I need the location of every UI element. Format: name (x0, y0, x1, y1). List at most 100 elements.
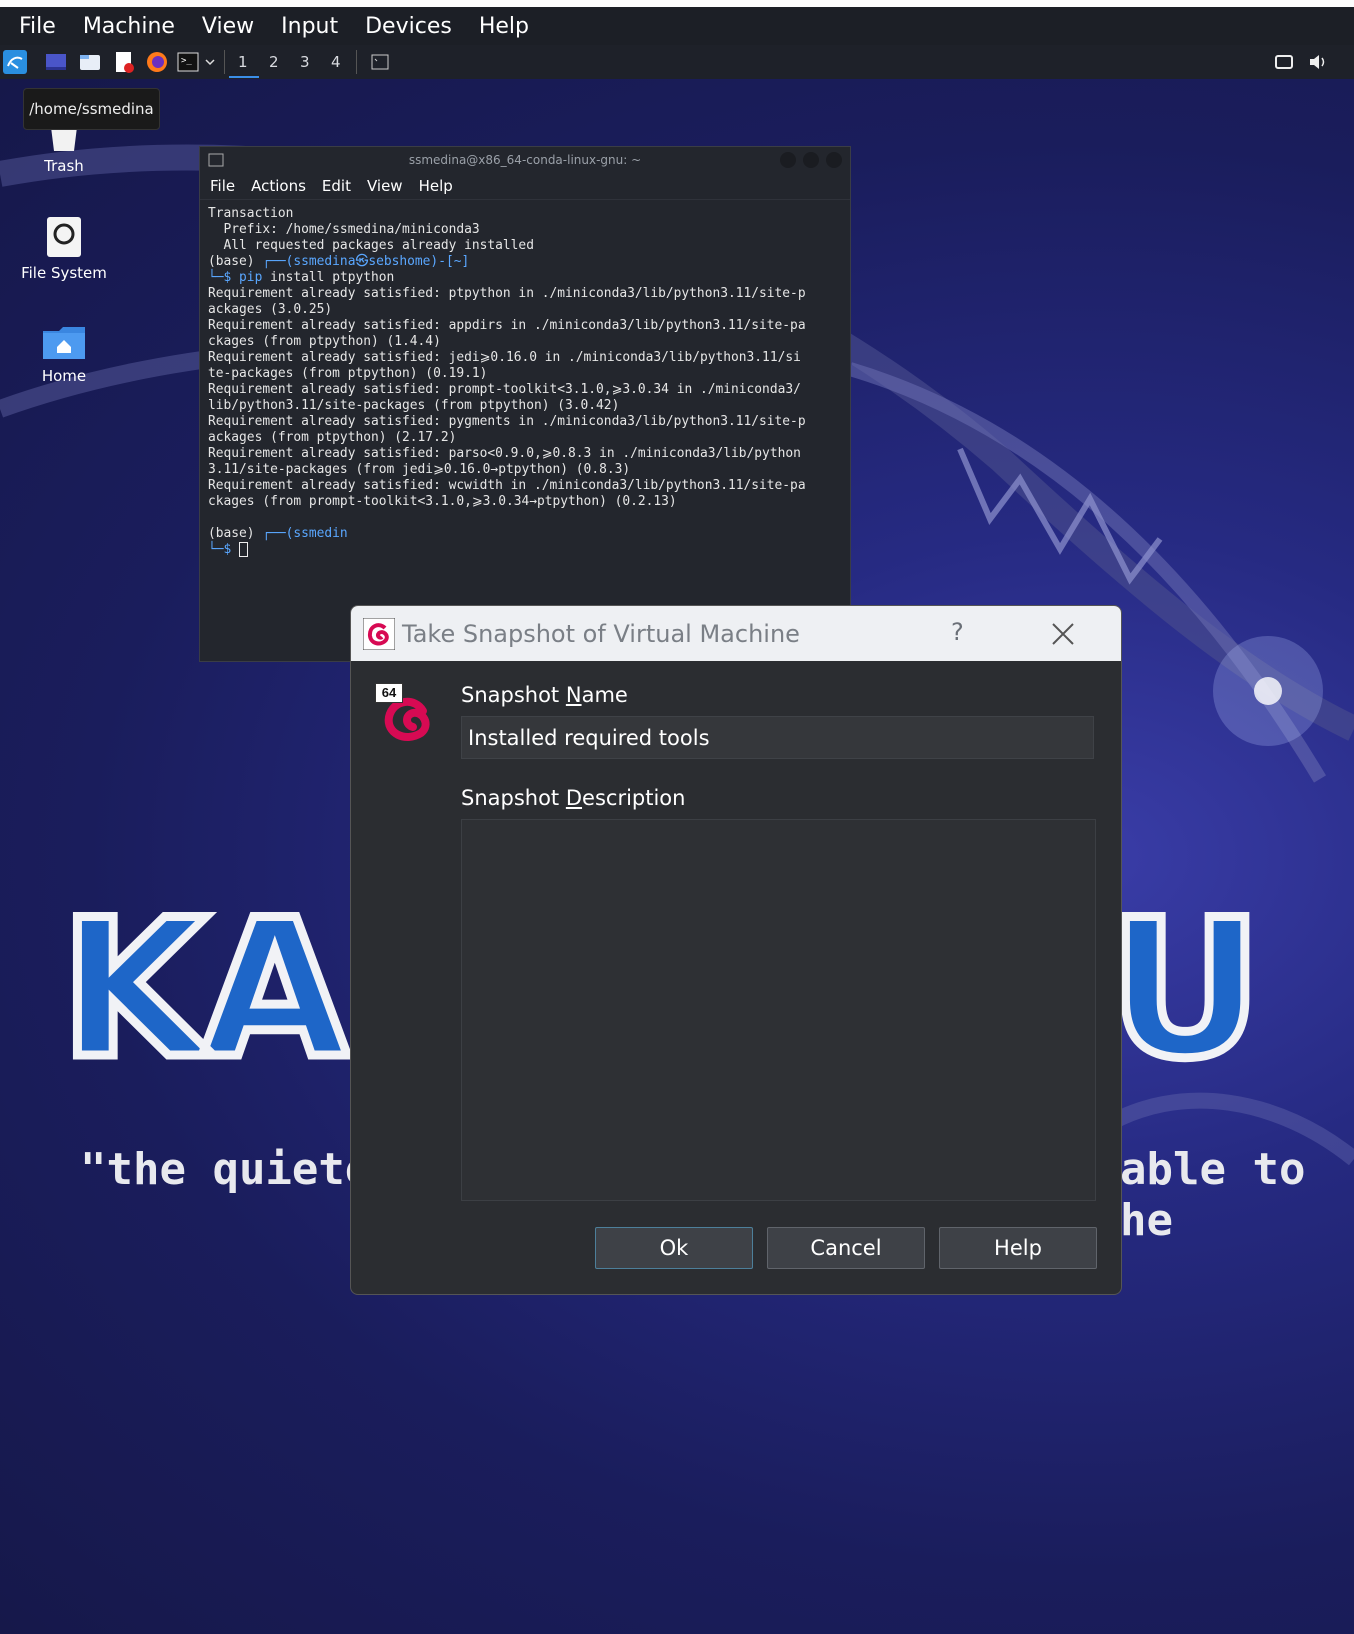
menu-view[interactable]: View (202, 14, 254, 39)
text-editor-icon[interactable] (112, 50, 136, 74)
label-text: Snapshot (461, 683, 566, 707)
terminal-line: te-packages (from ptpython) (0.19.1) (208, 366, 488, 381)
terminal-app-icon (208, 153, 224, 167)
terminal-titlebar[interactable]: ssmedina@x86_64-conda-linux-gnu: ~ (200, 147, 850, 173)
help-question-icon[interactable]: ? (951, 618, 964, 646)
terminal-window[interactable]: ssmedina@x86_64-conda-linux-gnu: ~ File … (199, 146, 851, 662)
terminal-line: Prefix: /home/ssmedina/miniconda3 (208, 222, 480, 237)
terminal-line: Requirement already satisfied: pygments … (208, 414, 806, 429)
prompt-user-host: ┌──(ssmedin (262, 526, 348, 541)
terminal-menu-file[interactable]: File (210, 177, 235, 195)
menu-help[interactable]: Help (479, 14, 529, 39)
snapshot-description-label: Snapshot Description (461, 786, 685, 810)
path-tooltip: /home/ssmedina (23, 88, 160, 130)
take-snapshot-dialog[interactable]: Take Snapshot of Virtual Machine ? 64 Sn… (350, 605, 1122, 1295)
terminal-line: Transaction (208, 206, 294, 221)
dialog-title: Take Snapshot of Virtual Machine (402, 620, 800, 648)
prompt-line: (base) ┌──(ssmedina㉿sebshome)-[~] (208, 254, 842, 270)
close-button[interactable] (826, 152, 842, 168)
workspace-3[interactable]: 3 (300, 53, 310, 71)
terminal-line: Requirement already satisfied: jedi⩾0.16… (208, 350, 801, 365)
panel-separator (356, 50, 357, 74)
firefox-icon[interactable] (145, 50, 169, 74)
desktop-icon-label: Home (41, 367, 87, 385)
menu-file[interactable]: File (19, 14, 56, 39)
desktop-icon-file-system[interactable]: File System (9, 214, 119, 282)
command-name: pip (239, 270, 263, 285)
terminal-menu-view[interactable]: View (367, 177, 403, 195)
label-text: Snapshot (461, 786, 566, 810)
help-button[interactable]: Help (939, 1227, 1097, 1269)
terminal-line: ackages (from ptpython) (2.17.2) (208, 430, 457, 445)
terminal-window-button-icon[interactable] (368, 50, 392, 74)
menu-devices[interactable]: Devices (365, 14, 452, 39)
active-workspace-indicator (229, 76, 259, 78)
window-top-edge (0, 0, 1354, 7)
menu-machine[interactable]: Machine (83, 14, 175, 39)
snapshot-name-input[interactable]: Installed required tools (461, 716, 1094, 759)
terminal-launcher-icon[interactable]: >_ (176, 50, 200, 74)
desktop-icon-label: File System (21, 264, 107, 282)
wallpaper-quote-left: "the quiete (80, 1144, 372, 1195)
prompt-symbol: └─$ (208, 542, 240, 557)
wallpaper-logo-left: KA (55, 875, 352, 1105)
64bit-badge: 64 (375, 683, 403, 703)
cancel-button[interactable]: Cancel (767, 1227, 925, 1269)
terminal-output[interactable]: Transaction Prefix: /home/ssmedina/minic… (200, 200, 850, 660)
text-cursor (239, 542, 249, 557)
terminal-line: Requirement already satisfied: appdirs i… (208, 318, 806, 333)
kali-panel: >_ 1 2 3 4 (0, 45, 1354, 79)
chevron-down-icon[interactable] (203, 50, 217, 74)
snapshot-description-textarea[interactable] (461, 819, 1096, 1201)
dialog-titlebar[interactable]: Take Snapshot of Virtual Machine ? (351, 606, 1121, 661)
terminal-line: Requirement already satisfied: parso<0.9… (208, 446, 801, 461)
workspace-1[interactable]: 1 (238, 53, 248, 71)
panel-separator (224, 50, 225, 74)
label-text: ame (581, 683, 628, 707)
terminal-line: ckages (from ptpython) (1.4.4) (208, 334, 441, 349)
terminal-line: 3.11/site-packages (from jedi⩾0.16.0→ptp… (208, 462, 631, 477)
volume-icon[interactable] (1306, 50, 1330, 74)
minimize-button[interactable] (780, 152, 796, 168)
drive-icon (47, 217, 81, 257)
terminal-menu-actions[interactable]: Actions (251, 177, 306, 195)
virtualbox-menubar: File Machine View Input Devices Help (0, 7, 1354, 45)
terminal-line: Requirement already satisfied: wcwidth i… (208, 478, 806, 493)
terminal-line: lib/python3.11/site-packages (from ptpyt… (208, 398, 620, 413)
command-args: install ptpython (262, 270, 395, 285)
kali-menu-icon[interactable] (3, 50, 27, 74)
ok-button[interactable]: Ok (595, 1227, 753, 1269)
terminal-line: ackages (3.0.25) (208, 302, 333, 317)
snapshot-name-label: Snapshot Name (461, 683, 628, 707)
menu-input[interactable]: Input (281, 14, 338, 39)
prompt-symbol: └─$ (208, 270, 240, 285)
home-folder-icon (43, 327, 85, 359)
maximize-button[interactable] (803, 152, 819, 168)
show-desktop-icon[interactable] (44, 50, 68, 74)
label-mnemonic: N (565, 683, 582, 707)
desktop-icon-home[interactable]: Home (9, 323, 119, 385)
terminal-line: Requirement already satisfied: prompt-to… (208, 382, 801, 397)
terminal-menubar: File Actions Edit View Help (200, 173, 850, 200)
command-line: └─$ (208, 542, 842, 558)
terminal-line: All requested packages already installed (208, 238, 534, 253)
terminal-menu-help[interactable]: Help (419, 177, 453, 195)
terminal-line: ckages (from prompt-toolkit<3.1.0,⩾3.0.3… (208, 494, 677, 509)
terminal-menu-edit[interactable]: Edit (322, 177, 351, 195)
wallpaper-logo-right: U (1103, 875, 1266, 1105)
file-manager-icon[interactable] (78, 50, 102, 74)
conda-env: (base) (208, 526, 263, 541)
workspace-4[interactable]: 4 (331, 53, 341, 71)
virtualbox-debian-icon (363, 618, 395, 650)
label-mnemonic: D (565, 786, 583, 810)
label-text: escription (582, 786, 686, 810)
wallpaper-quote-right: able to he (1120, 1144, 1306, 1246)
prompt-user-host: ┌──(ssmedina㉿sebshome)-[~] (262, 254, 470, 269)
desktop-icon-label: Trash (44, 157, 84, 175)
prompt-line: (base) ┌──(ssmedin (208, 526, 842, 542)
conda-env: (base) (208, 254, 263, 269)
display-tray-icon[interactable] (1272, 50, 1296, 74)
workspace-2[interactable]: 2 (269, 53, 279, 71)
vm-os-icon: 64 (375, 683, 439, 749)
close-icon[interactable] (1051, 622, 1075, 646)
